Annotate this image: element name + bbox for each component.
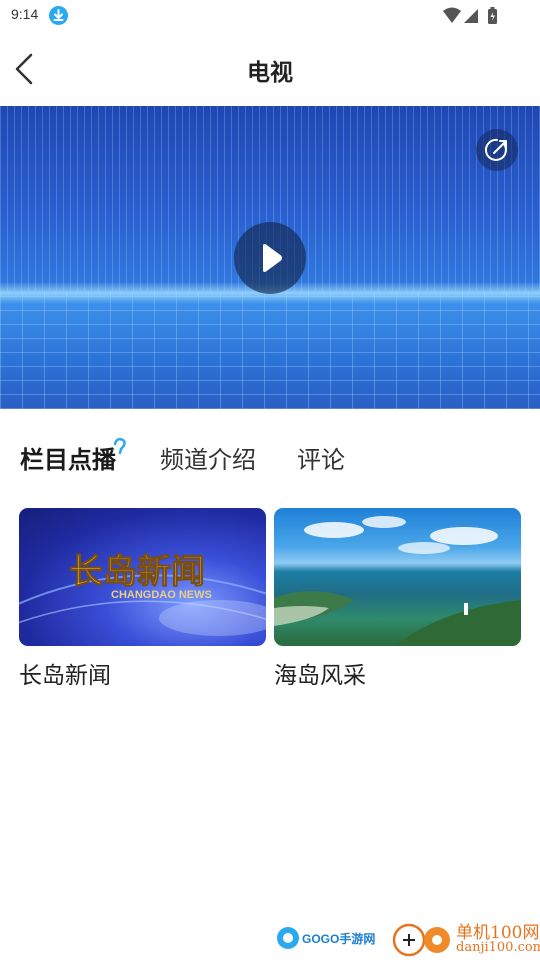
tab-program-on-demand[interactable]: 栏目点播 [20, 440, 116, 475]
thumbnail-subtitle-text: CHANGDAO NEWS [111, 589, 212, 601]
status-icons [442, 6, 510, 24]
video-background-floor [0, 291, 540, 409]
program-card-changdao-news[interactable]: 长岛新闻 CHANGDAO NEWS 长岛新闻 [19, 508, 266, 690]
play-button[interactable] [234, 222, 306, 294]
tab-comments[interactable]: 评论 [297, 440, 345, 475]
gogo-watermark: GOGO手游网 [276, 925, 378, 951]
program-thumbnail: 长岛新闻 CHANGDAO NEWS [19, 508, 266, 646]
status-bar: 9:14 [0, 0, 540, 32]
play-icon [263, 244, 282, 272]
wifi-icon [443, 7, 461, 23]
download-icon [49, 6, 68, 25]
share-icon [485, 138, 507, 161]
program-card-island-scenery[interactable]: 海岛风采 [274, 508, 521, 690]
share-button[interactable] [476, 129, 518, 171]
tab-channel-intro[interactable]: 频道介绍 [160, 440, 256, 475]
app-header: 电视 [0, 32, 540, 106]
program-thumbnail [274, 508, 521, 646]
program-title: 海岛风采 [274, 663, 366, 689]
tab-bar: 栏目点播 频道介绍 评论 [0, 430, 540, 480]
active-tab-indicator-icon [113, 437, 126, 455]
battery-icon [488, 7, 497, 24]
thumbnail-title-text: 长岛新闻 [69, 552, 205, 592]
status-time: 9:14 [11, 6, 39, 22]
svg-text:GOGO手游网: GOGO手游网 [302, 931, 375, 946]
program-title: 长岛新闻 [19, 663, 111, 689]
signal-icon [464, 9, 478, 23]
danji100-logo-icon [392, 923, 450, 957]
video-player[interactable] [0, 106, 540, 409]
danji100-watermark: 单机100网 danji100.com [392, 918, 540, 958]
danji100-url: danji100.com [456, 940, 540, 955]
page-title: 电视 [247, 60, 293, 86]
